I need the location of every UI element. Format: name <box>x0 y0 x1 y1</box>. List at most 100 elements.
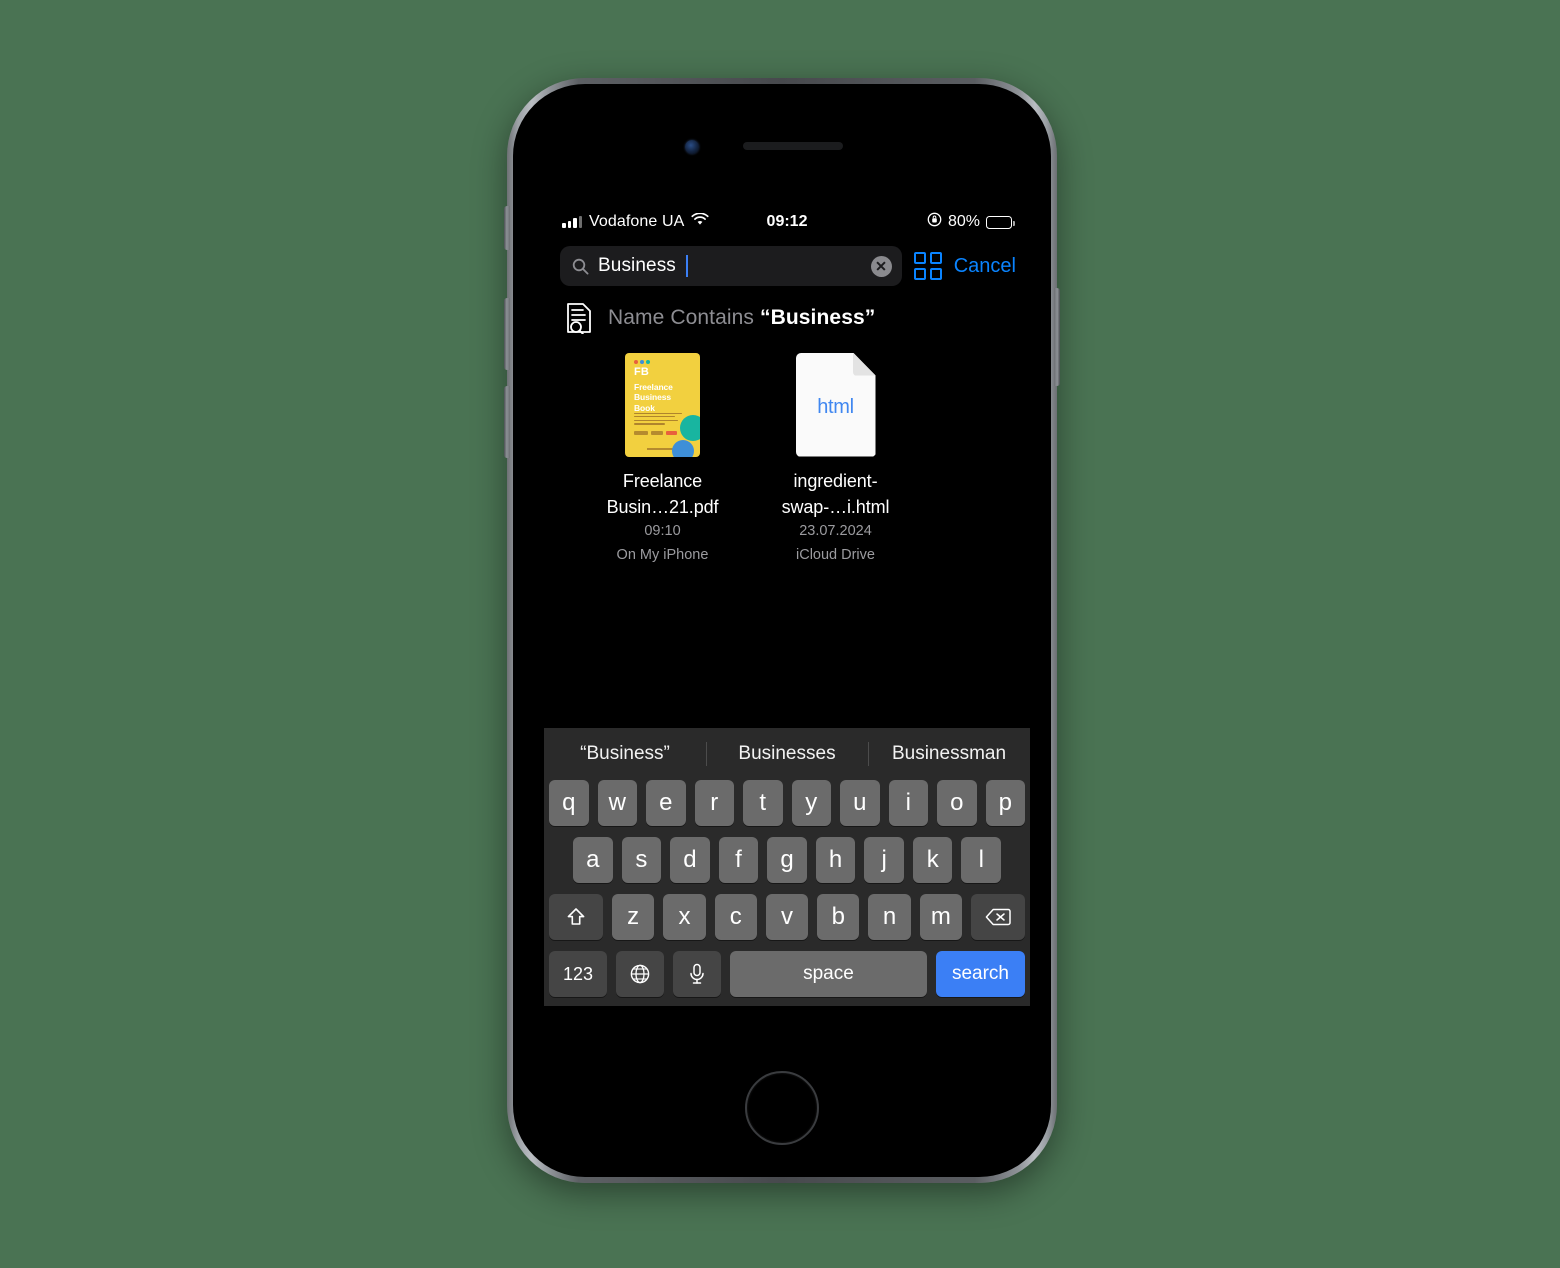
shift-arrow-icon[interactable] <box>549 894 604 940</box>
key-q[interactable]: q <box>549 780 589 826</box>
pdf-book-cover-thumbnail: FB Freelance Business Book <box>625 352 700 457</box>
keyboard-row-1: q w e r t y u i o p <box>544 780 1030 826</box>
keyboard-row-2: a s d f g h j k l <box>544 837 1030 883</box>
on-screen-keyboard: “Business” Businesses Businessman q w e … <box>544 728 1030 1006</box>
status-bar-right: 80% <box>927 212 1015 232</box>
file-date: 09:10 <box>644 523 681 540</box>
cover-title-text: Freelance Business Book <box>634 381 673 414</box>
cover-circle-teal <box>680 414 700 441</box>
file-name: Freelance Busin…21.pdf <box>590 468 735 520</box>
key-i[interactable]: i <box>888 780 928 826</box>
cover-circle-blue <box>672 439 694 457</box>
key-p[interactable]: p <box>985 780 1025 826</box>
backspace-icon[interactable] <box>970 894 1025 940</box>
key-m[interactable]: m <box>919 894 962 940</box>
keyboard-row-4: 123 space search <box>544 951 1030 997</box>
file-name: ingredient- swap-…i.html <box>763 468 908 520</box>
search-scope-label: Name Contains “Business” <box>608 306 875 330</box>
status-bar-left: Vodafone UA <box>562 212 709 231</box>
grid-view-icon[interactable] <box>913 252 942 280</box>
file-date: 23.07.2024 <box>799 523 872 540</box>
key-a[interactable]: a <box>572 837 613 883</box>
mute-switch[interactable] <box>504 206 510 250</box>
earpiece-speaker <box>743 142 843 150</box>
key-s[interactable]: s <box>621 837 662 883</box>
rotation-lock-icon <box>927 212 942 232</box>
key-b[interactable]: b <box>817 894 860 940</box>
suggestion-1[interactable]: Businesses <box>706 743 868 765</box>
file-name-line-2: Busin…21.pdf <box>606 497 719 518</box>
file-name-line-2: swap-…i.html <box>781 497 890 518</box>
wifi-icon <box>691 212 709 231</box>
key-l[interactable]: l <box>961 837 1002 883</box>
status-bar: Vodafone UA 09:12 80% <box>544 204 1030 240</box>
key-f[interactable]: f <box>718 837 759 883</box>
search-key[interactable]: search <box>935 951 1025 997</box>
carrier-label: Vodafone UA <box>589 213 685 230</box>
suggestion-0[interactable]: “Business” <box>544 743 706 765</box>
cover-logo-text: FB <box>634 365 650 378</box>
search-input[interactable]: Business <box>560 246 902 286</box>
search-scope-row[interactable]: Name Contains “Business” <box>544 298 1030 348</box>
cover-body-lines <box>634 412 686 427</box>
volume-up-button[interactable] <box>504 298 510 370</box>
phone-device: Vodafone UA 09:12 80% Business Cancel Na… <box>504 78 1060 1183</box>
file-thumbnail[interactable]: html <box>763 348 908 461</box>
volume-down-button[interactable] <box>504 386 510 458</box>
file-grid: FB Freelance Business Book Freelance Bus… <box>544 348 1030 567</box>
microphone-icon[interactable] <box>673 951 721 997</box>
key-v[interactable]: v <box>765 894 809 940</box>
text-cursor <box>685 255 688 277</box>
list-item[interactable]: html ingredient- swap-…i.html 23.07.2024… <box>763 348 908 567</box>
key-z[interactable]: z <box>612 894 655 940</box>
power-button[interactable] <box>1054 288 1060 386</box>
key-n[interactable]: n <box>868 894 911 940</box>
battery-percent-label: 80% <box>947 213 980 230</box>
key-j[interactable]: j <box>864 837 904 883</box>
list-item[interactable]: FB Freelance Business Book Freelance Bus… <box>590 348 735 567</box>
search-input-value: Business <box>598 255 676 276</box>
globe-icon[interactable] <box>616 951 664 997</box>
key-t[interactable]: t <box>743 780 783 826</box>
key-u[interactable]: u <box>840 780 880 826</box>
front-camera-icon <box>685 140 699 154</box>
file-name-line-1: ingredient- <box>793 471 878 491</box>
phone-screen: Vodafone UA 09:12 80% Business Cancel Na… <box>544 204 1030 1066</box>
key-d[interactable]: d <box>670 837 710 883</box>
search-header: Business Cancel <box>544 240 1030 298</box>
page-fold-corner <box>852 352 876 376</box>
space-key[interactable]: space <box>730 951 927 997</box>
key-o[interactable]: o <box>937 780 977 826</box>
status-clock: 09:12 <box>766 213 808 230</box>
file-name-line-1: Freelance <box>622 471 703 491</box>
signal-bars-icon <box>562 216 582 228</box>
key-k[interactable]: k <box>912 837 953 883</box>
document-search-icon <box>564 302 594 335</box>
cover-dots-icon <box>634 359 650 364</box>
home-button[interactable] <box>745 1071 819 1145</box>
scope-query: “Business” <box>759 306 876 329</box>
numbers-key[interactable]: 123 <box>549 951 607 997</box>
key-h[interactable]: h <box>815 837 856 883</box>
battery-icon <box>986 215 1015 229</box>
clear-search-icon[interactable] <box>870 255 892 277</box>
autocomplete-suggestion-bar: “Business” Businesses Businessman <box>544 728 1030 780</box>
search-results-area: Name Contains “Business” FB Freelance Bu… <box>544 298 1030 728</box>
key-e[interactable]: e <box>646 780 686 826</box>
file-thumbnail[interactable]: FB Freelance Business Book <box>590 348 735 461</box>
cover-footer-line <box>647 447 673 450</box>
file-location: iCloud Drive <box>796 546 875 563</box>
key-c[interactable]: c <box>714 894 757 940</box>
phone-front-panel: Vodafone UA 09:12 80% Business Cancel Na… <box>513 84 1051 1177</box>
key-y[interactable]: y <box>791 780 831 826</box>
key-r[interactable]: r <box>694 780 734 826</box>
key-g[interactable]: g <box>767 837 807 883</box>
keyboard-row-3: z x c v b n m <box>544 894 1030 940</box>
search-icon <box>572 258 589 275</box>
key-w[interactable]: w <box>597 780 637 826</box>
cancel-button[interactable]: Cancel <box>954 255 1016 278</box>
scope-prefix: Name Contains <box>608 306 755 329</box>
key-x[interactable]: x <box>663 894 706 940</box>
cover-partner-logos <box>634 430 677 435</box>
suggestion-2[interactable]: Businessman <box>868 743 1030 765</box>
